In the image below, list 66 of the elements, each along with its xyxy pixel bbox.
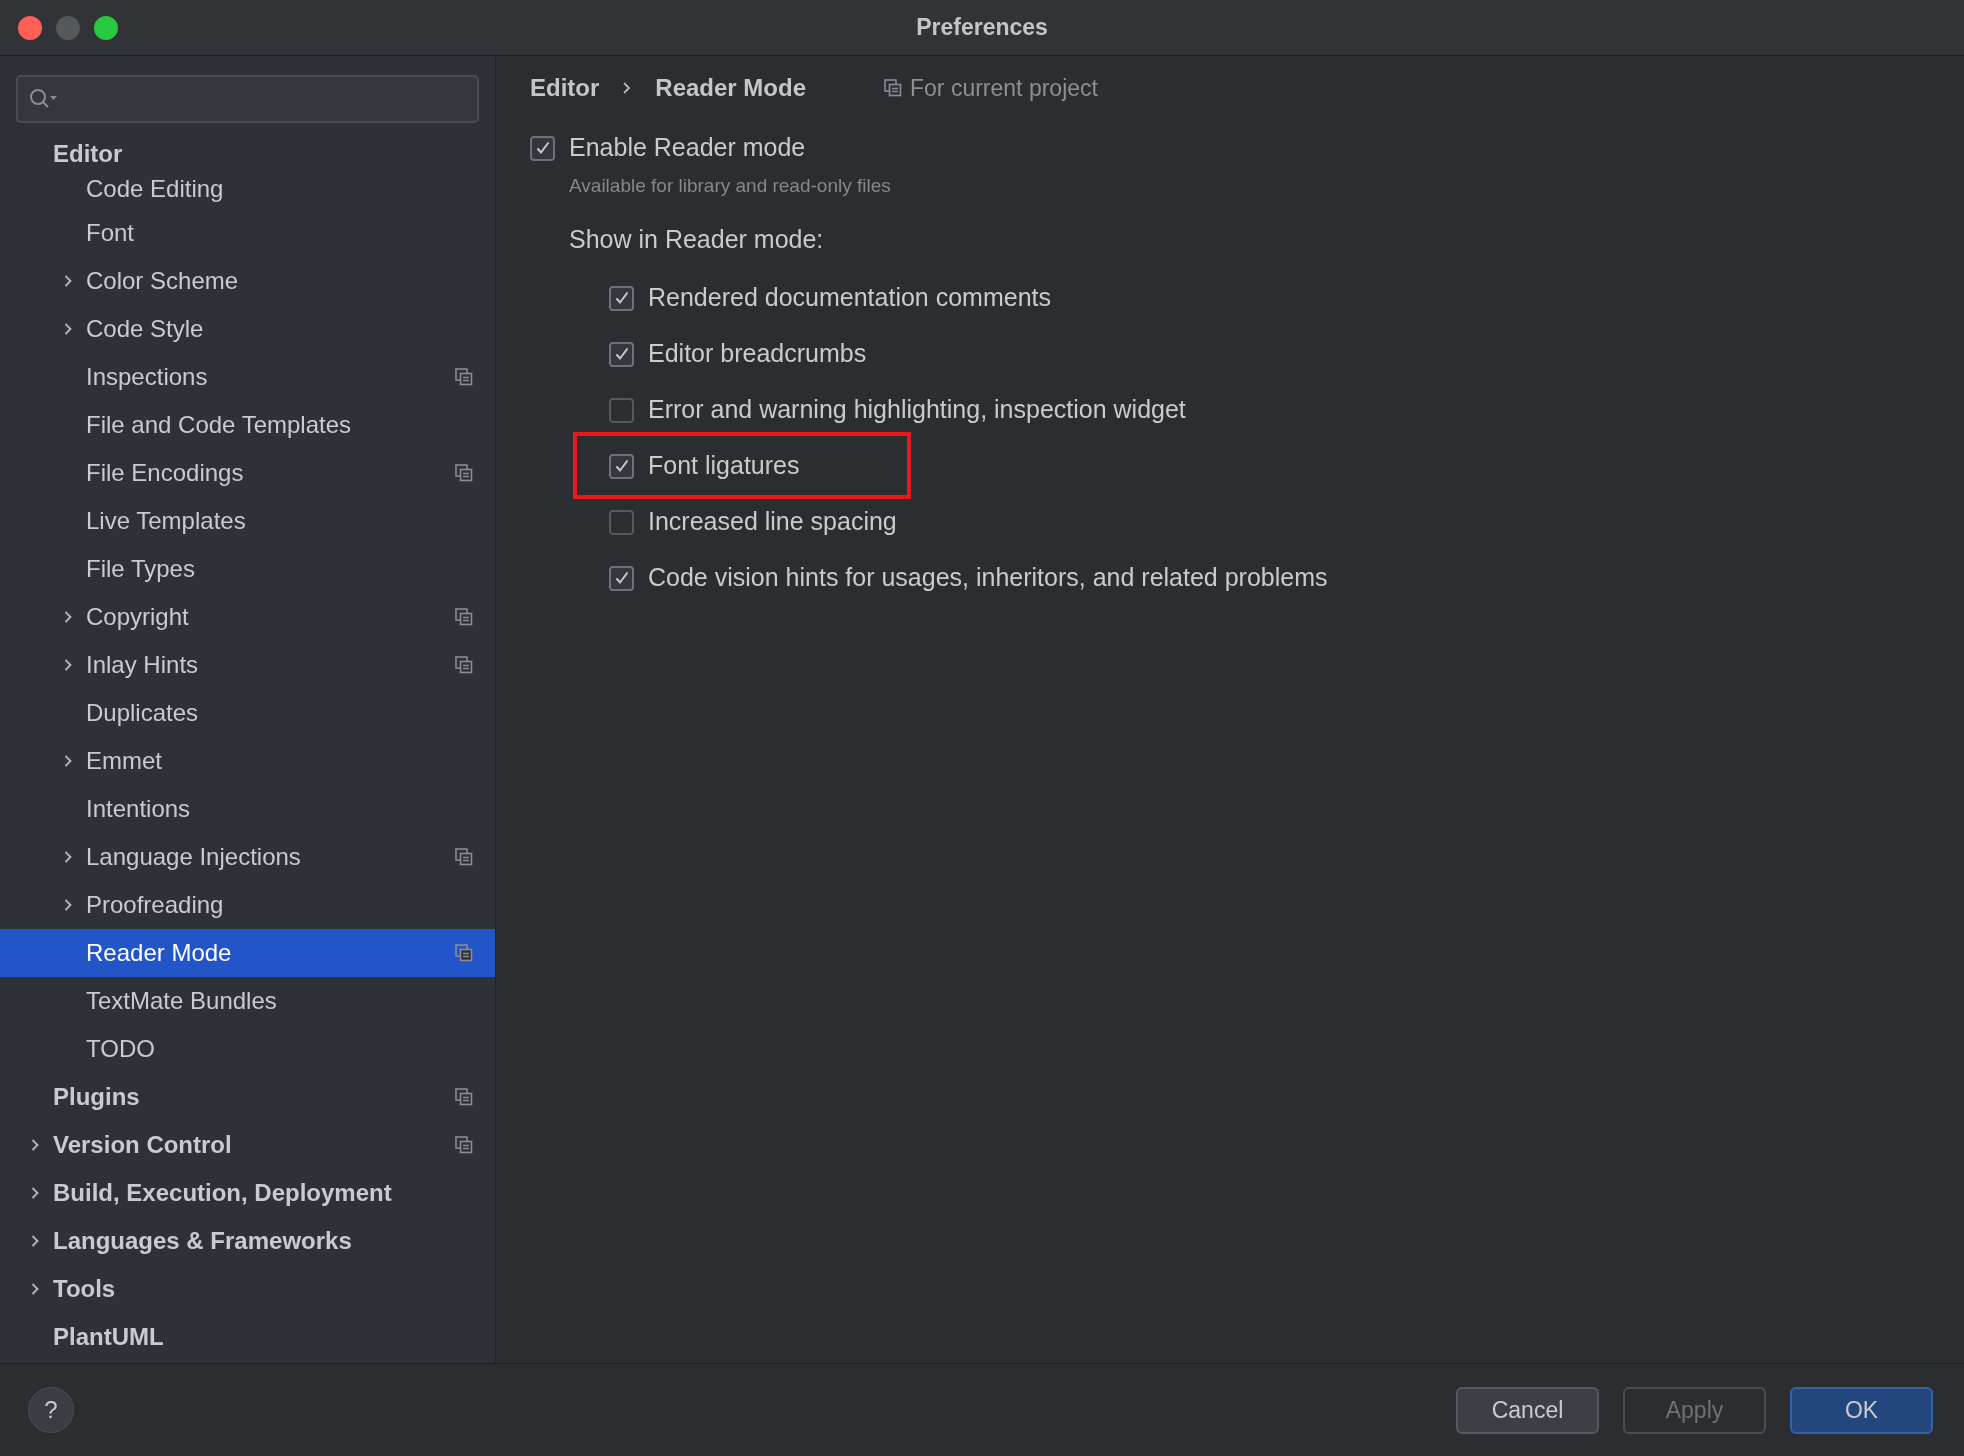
checkbox[interactable]	[530, 135, 555, 161]
copy-icon	[455, 1136, 473, 1154]
sidebar-item[interactable]: Proofreading	[0, 881, 495, 929]
checkbox[interactable]	[609, 397, 634, 423]
copy-icon	[455, 1088, 473, 1106]
sidebar-item[interactable]: Duplicates	[0, 689, 495, 737]
sidebar-item[interactable]: Code Editing	[0, 169, 495, 209]
sidebar-item[interactable]: Color Scheme	[0, 257, 495, 305]
checkbox-label[interactable]: Rendered documentation comments	[648, 279, 1051, 317]
zoom-window-button[interactable]	[94, 16, 118, 40]
sidebar-item[interactable]: Emmet	[0, 737, 495, 785]
sidebar-item[interactable]: File Types	[0, 545, 495, 593]
sidebar-item[interactable]: Font	[0, 209, 495, 257]
checkbox-label[interactable]: Error and warning highlighting, inspection widget	[648, 391, 1186, 429]
copy-icon	[455, 464, 473, 482]
sidebar-item[interactable]: Inspections	[0, 353, 495, 401]
copy-icon	[455, 944, 473, 962]
sidebar-item[interactable]: Language Injections	[0, 833, 495, 881]
sidebar-item[interactable]: File Encodings	[0, 449, 495, 497]
checkbox[interactable]	[609, 285, 634, 311]
sidebar-item[interactable]: Build, Execution, Deployment	[0, 1169, 495, 1217]
breadcrumb-item[interactable]: Reader Mode	[655, 70, 807, 106]
hint-text: Available for library and read-only files	[569, 174, 892, 198]
sidebar-item[interactable]: Editor	[0, 139, 495, 169]
close-window-button[interactable]	[18, 16, 42, 40]
copy-icon	[884, 79, 903, 97]
dialog-button[interactable]: Cancel	[1456, 1386, 1599, 1434]
sidebar-item[interactable]: Reader Mode	[0, 929, 495, 977]
checkbox[interactable]	[609, 341, 634, 367]
sidebar-item[interactable]: PlantUML	[0, 1313, 495, 1361]
checkbox[interactable]	[609, 453, 634, 479]
sidebar-item[interactable]: Inlay Hints	[0, 641, 495, 689]
section-heading: Show in Reader mode:	[569, 223, 825, 255]
checkbox-label[interactable]: Code vision hints for usages, inheritors, and related problems	[648, 559, 1328, 597]
checkmark-icon	[613, 458, 630, 474]
checkbox-label[interactable]: Increased line spacing	[648, 503, 897, 541]
checkmark-icon	[613, 570, 630, 586]
sidebar-item[interactable]: TextMate Bundles	[0, 977, 495, 1025]
copy-icon	[455, 368, 473, 386]
sidebar-item[interactable]: Version Control	[0, 1121, 495, 1169]
sidebar-item[interactable]: Languages & Frameworks	[0, 1217, 495, 1265]
copy-icon	[455, 656, 473, 674]
checkmark-icon	[613, 346, 630, 362]
window-title: Preferences	[916, 13, 1048, 43]
checkbox-label[interactable]: Font ligatures	[648, 447, 800, 485]
checkmark-icon	[534, 140, 551, 156]
sidebar-item[interactable]: TODO	[0, 1025, 495, 1073]
help-button[interactable]: ?	[28, 1387, 74, 1433]
sidebar-item[interactable]: Live Templates	[0, 497, 495, 545]
sidebar-item[interactable]: Intentions	[0, 785, 495, 833]
copy-icon	[455, 608, 473, 626]
breadcrumb-item[interactable]: Editor	[530, 70, 600, 106]
sidebar-item[interactable]: Plugins	[0, 1073, 495, 1121]
default-button[interactable]: OK	[1790, 1386, 1933, 1434]
checkbox[interactable]	[609, 509, 634, 535]
checkbox[interactable]	[609, 565, 634, 591]
scope-label: For current project	[910, 73, 1098, 103]
checkmark-icon	[613, 290, 630, 306]
sidebar-item[interactable]: Copyright	[0, 593, 495, 641]
sidebar-item[interactable]: Tools	[0, 1265, 495, 1313]
checkbox-label[interactable]: Editor breadcrumbs	[648, 335, 867, 373]
search-field[interactable]	[16, 75, 479, 123]
checkbox-label[interactable]: Enable Reader mode	[569, 129, 806, 167]
sidebar-item[interactable]: File and Code Templates	[0, 401, 495, 449]
sidebar-item[interactable]: Code Style	[0, 305, 495, 353]
copy-icon	[455, 848, 473, 866]
